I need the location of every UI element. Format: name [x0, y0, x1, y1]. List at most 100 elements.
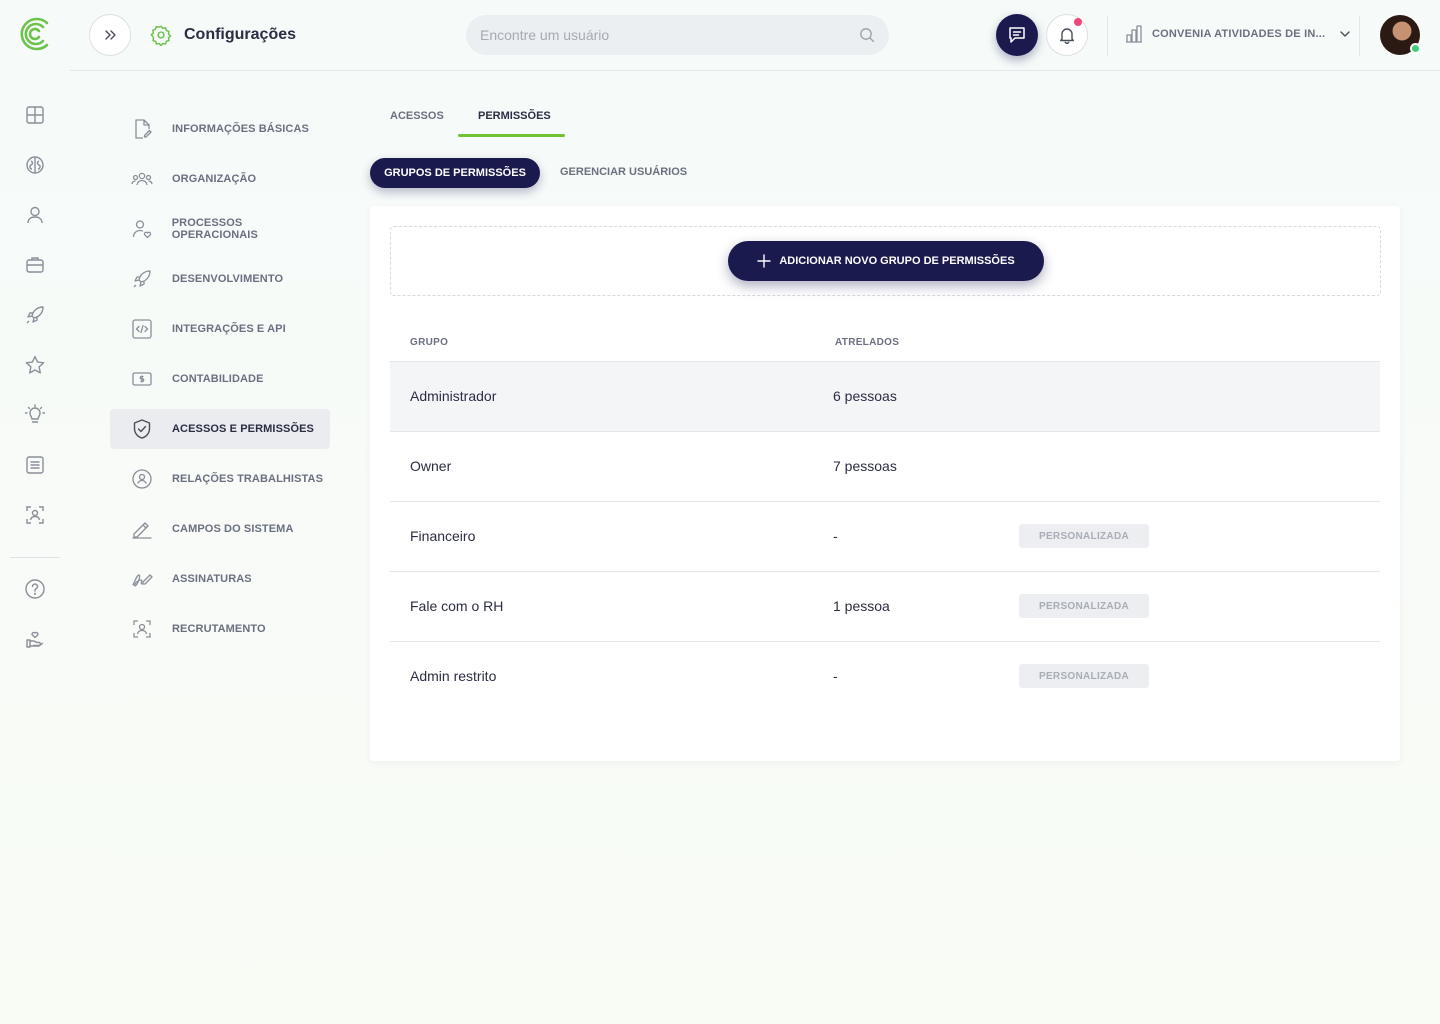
attached-count: 7 pessoas: [833, 458, 897, 474]
header-divider: [70, 70, 1440, 71]
rail-divider: [10, 557, 60, 558]
rail-ideas[interactable]: [21, 401, 49, 429]
settings-menu-label: INFORMAÇÕES BÁSICAS: [172, 123, 309, 135]
brain-icon: [24, 154, 46, 176]
settings-menu-item-recruitment[interactable]: RECRUTAMENTO: [110, 609, 330, 649]
settings-menu-item-operational-processes[interactable]: PROCESSOS OPERACIONAIS: [110, 209, 330, 249]
rail-people[interactable]: [21, 201, 49, 229]
page-heading: Configurações: [150, 24, 296, 46]
person-heart-icon: [130, 217, 154, 241]
settings-menu-label: RELAÇÕES TRABALHISTAS: [172, 473, 324, 485]
rail-help[interactable]: [21, 575, 49, 603]
notification-badge: [1074, 18, 1082, 26]
rocket-icon: [24, 304, 46, 326]
settings-menu-item-access-permissions[interactable]: ACESSOS E PERMISSÕES: [110, 409, 330, 449]
settings-menu-label: PROCESSOS OPERACIONAIS: [171, 217, 258, 241]
user-search: [466, 15, 889, 55]
attached-count: 6 pessoas: [833, 388, 897, 404]
recruit-scan-icon: [24, 504, 46, 526]
person-icon: [24, 204, 46, 226]
rail-favorites[interactable]: [21, 351, 49, 379]
pencil-icon: [130, 517, 154, 541]
plus-icon: [757, 254, 772, 268]
people-group-icon: [130, 167, 154, 191]
chevron-down-icon: [1339, 28, 1351, 40]
rail-development[interactable]: [21, 301, 49, 329]
expand-sidebar-button[interactable]: [89, 14, 131, 56]
top-header: Configurações Encontre um usuário CONVEN…: [0, 0, 1440, 70]
grid-icon: [24, 104, 46, 126]
user-avatar[interactable]: [1380, 15, 1421, 55]
document-list-icon: [24, 454, 46, 476]
rail-brain[interactable]: [21, 151, 49, 179]
attached-count: -: [833, 668, 838, 684]
settings-menu-item-signatures[interactable]: ASSINATURAS: [110, 559, 330, 599]
settings-menu-label: ORGANIZAÇÃO: [172, 173, 257, 185]
permission-groups-card: ADICIONAR NOVO GRUPO DE PERMISSÕES GRUPO…: [370, 206, 1400, 761]
divider: [1359, 16, 1360, 56]
table-row[interactable]: Financeiro - PERSONALIZADA: [390, 501, 1380, 571]
column-header-group: GRUPO: [410, 337, 449, 348]
custom-badge: PERSONALIZADA: [1019, 594, 1149, 618]
tab-acessos[interactable]: ACESSOS: [390, 110, 444, 122]
rail-dashboard[interactable]: [21, 101, 49, 129]
rail-recruitment[interactable]: [21, 501, 49, 529]
settings-menu-label: CAMPOS DO SISTEMA: [172, 523, 294, 535]
rail-care[interactable]: [21, 625, 49, 653]
hand-heart-icon: [24, 628, 46, 650]
recruit-scan-icon: [130, 617, 154, 641]
money-bill-icon: [130, 367, 154, 391]
custom-badge: PERSONALIZADA: [1019, 664, 1149, 688]
shield-check-icon: [130, 417, 154, 441]
table-row[interactable]: Fale com o RH 1 pessoa PERSONALIZADA: [390, 571, 1380, 641]
settings-menu-item-integrations-api[interactable]: INTEGRAÇÕES E API: [110, 309, 330, 349]
subtab-permission-groups[interactable]: GRUPOS DE PERMISSÕES: [370, 158, 540, 188]
lightbulb-icon: [24, 404, 46, 426]
convenia-logo[interactable]: [16, 14, 54, 54]
add-permission-group-button[interactable]: ADICIONAR NOVO GRUPO DE PERMISSÕES: [728, 241, 1044, 281]
signature-icon: [130, 567, 154, 591]
group-name: Owner: [410, 458, 452, 474]
search-input[interactable]: [480, 27, 859, 43]
settings-menu-label: INTEGRAÇÕES E API: [172, 323, 286, 335]
settings-menu-item-system-fields[interactable]: CAMPOS DO SISTEMA: [110, 509, 330, 549]
page-title: Configurações: [184, 26, 297, 43]
subtab-manage-users[interactable]: GERENCIAR USUÁRIOS: [560, 166, 687, 178]
chat-icon: [1007, 25, 1027, 45]
notifications-button[interactable]: [1046, 14, 1088, 56]
star-icon: [24, 354, 46, 376]
settings-menu-label: ACESSOS E PERMISSÕES: [172, 423, 314, 435]
search-icon[interactable]: [859, 27, 875, 43]
settings-menu-item-labor-relations[interactable]: RELAÇÕES TRABALHISTAS: [110, 459, 330, 499]
settings-menu-label: CONTABILIDADE: [172, 373, 264, 385]
document-edit-icon: [130, 117, 154, 141]
rail-briefcase[interactable]: [21, 251, 49, 279]
settings-menu-item-accounting[interactable]: CONTABILIDADE: [110, 359, 330, 399]
table-row[interactable]: Owner 7 pessoas: [390, 431, 1380, 501]
chat-button[interactable]: [996, 14, 1038, 56]
settings-menu-item-basic-info[interactable]: INFORMAÇÕES BÁSICAS: [110, 109, 330, 149]
group-name: Fale com o RH: [410, 598, 504, 614]
gear-icon: [150, 24, 172, 46]
rail-reports[interactable]: [21, 451, 49, 479]
help-icon: [24, 578, 46, 600]
tab-permissoes[interactable]: PERMISSÕES: [478, 110, 551, 122]
active-tab-indicator: [458, 134, 565, 137]
group-name: Admin restrito: [410, 668, 497, 684]
settings-menu-item-organization[interactable]: ORGANIZAÇÃO: [110, 159, 330, 199]
table-row[interactable]: Administrador 6 pessoas: [390, 361, 1380, 431]
attached-count: -: [833, 528, 838, 544]
bell-icon: [1058, 26, 1076, 44]
building-icon: [1124, 24, 1144, 44]
table-row[interactable]: Admin restrito - PERSONALIZADA: [390, 641, 1380, 711]
group-name: Administrador: [410, 388, 497, 404]
custom-badge: PERSONALIZADA: [1019, 524, 1149, 548]
code-icon: [130, 317, 154, 341]
divider: [1107, 16, 1108, 56]
company-selector[interactable]: CONVENIA ATIVIDADES DE IN...: [1124, 24, 1351, 44]
settings-menu-label: DESENVOLVIMENTO: [172, 273, 284, 285]
settings-menu-item-development[interactable]: DESENVOLVIMENTO: [110, 259, 330, 299]
briefcase-icon: [24, 254, 46, 276]
group-name: Financeiro: [410, 528, 476, 544]
add-group-zone: ADICIONAR NOVO GRUPO DE PERMISSÕES: [390, 226, 1381, 296]
